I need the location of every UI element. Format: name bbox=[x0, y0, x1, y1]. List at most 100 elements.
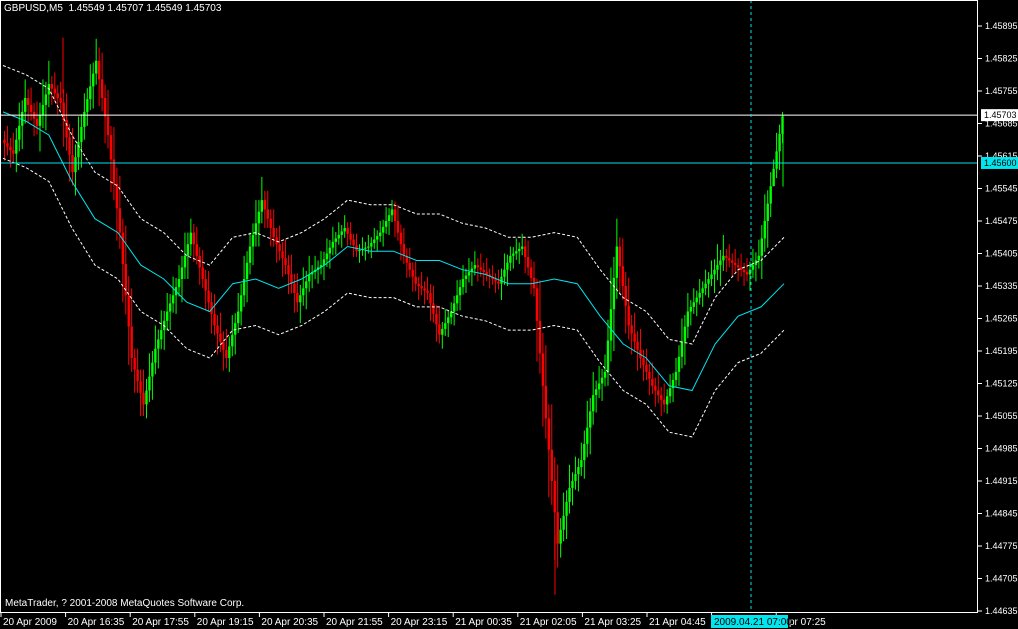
candle-body bbox=[461, 279, 465, 288]
candle-body bbox=[192, 232, 196, 245]
candle-body bbox=[334, 238, 338, 242]
candle-body bbox=[29, 104, 33, 112]
candle-body bbox=[171, 295, 175, 304]
crosshair-price-text: 1.45600 bbox=[984, 158, 1017, 168]
candle-body bbox=[648, 371, 651, 379]
candle-body bbox=[168, 303, 172, 312]
candle-body bbox=[62, 102, 65, 121]
candle-body bbox=[497, 281, 500, 284]
candle-body bbox=[710, 274, 713, 280]
candle-body bbox=[53, 88, 56, 94]
candle-body bbox=[550, 449, 553, 481]
candle-body bbox=[44, 94, 48, 105]
candle-body bbox=[390, 209, 394, 216]
price-tick-label: 1.44775 bbox=[985, 541, 1018, 551]
candle-body bbox=[65, 120, 68, 138]
candle-body bbox=[719, 260, 722, 266]
candle-body bbox=[50, 84, 54, 89]
candle-body bbox=[3, 139, 6, 144]
candle-body bbox=[124, 263, 127, 296]
candle-body bbox=[506, 262, 509, 270]
candle-body bbox=[296, 292, 299, 303]
candle-body bbox=[441, 328, 444, 335]
candle-body bbox=[668, 388, 672, 397]
time-tick-label: 21 Apr 03:25 bbox=[584, 617, 641, 628]
time-tick-label: 20 Apr 20:35 bbox=[261, 617, 318, 628]
candle-body bbox=[346, 227, 349, 234]
price-tick-label: 1.45265 bbox=[985, 314, 1018, 324]
candle-body bbox=[236, 311, 240, 324]
candle-body bbox=[414, 276, 417, 284]
candle-body bbox=[736, 265, 740, 268]
candle-body bbox=[23, 97, 27, 112]
price-tick-label: 1.44985 bbox=[985, 444, 1018, 454]
candle-body bbox=[523, 246, 527, 257]
time-tick-label: 21 Apr 04:45 bbox=[649, 617, 706, 628]
candle-body bbox=[695, 297, 698, 303]
candle-body bbox=[464, 275, 468, 280]
candle-body bbox=[692, 302, 695, 307]
candle-body bbox=[728, 258, 731, 261]
candle-body bbox=[201, 267, 204, 280]
candle-body bbox=[228, 346, 231, 358]
price-tick-label: 1.45125 bbox=[985, 379, 1018, 389]
candle-body bbox=[186, 244, 190, 256]
price-chart[interactable]: 1.458951.458251.457551.456851.456151.455… bbox=[0, 0, 1018, 629]
candle-body bbox=[716, 265, 719, 270]
candle-body bbox=[473, 265, 477, 269]
candle-body bbox=[325, 253, 329, 260]
candle-body bbox=[26, 97, 30, 105]
price-tick-label: 1.45895 bbox=[985, 21, 1018, 31]
candle-body bbox=[376, 236, 379, 240]
candle-body bbox=[381, 226, 385, 233]
price-tick-label: 1.44845 bbox=[985, 509, 1018, 519]
candle-body bbox=[225, 349, 228, 358]
candle-body bbox=[408, 262, 411, 270]
candle-body bbox=[571, 481, 574, 488]
candle-body bbox=[213, 313, 216, 326]
candle-body bbox=[636, 341, 639, 350]
candle-body bbox=[420, 286, 423, 289]
candle-body bbox=[331, 241, 335, 248]
time-tick-label: 20 Apr 19:15 bbox=[197, 617, 254, 628]
symbol-label: GBPUSD,M5 bbox=[4, 3, 63, 14]
candle-body bbox=[609, 309, 613, 341]
candle-body bbox=[479, 267, 482, 270]
time-tick-label: 20 Apr 21:55 bbox=[326, 617, 383, 628]
candle-body bbox=[674, 371, 678, 381]
candle-body bbox=[106, 116, 110, 136]
candle-body bbox=[435, 313, 438, 325]
candle-body bbox=[518, 248, 521, 252]
candle-body bbox=[742, 269, 746, 273]
price-tick-label: 1.44705 bbox=[985, 574, 1018, 584]
candle-body bbox=[56, 93, 59, 98]
candle-body bbox=[402, 244, 406, 256]
candle-body bbox=[384, 221, 388, 227]
candle-body bbox=[559, 529, 562, 544]
candle-body bbox=[577, 467, 580, 475]
candle-body bbox=[358, 250, 361, 252]
current-price-label: 1.45703 bbox=[981, 109, 1018, 122]
crosshair-price-label: 1.45600 bbox=[981, 156, 1018, 169]
price-tick-label: 1.45545 bbox=[985, 184, 1018, 194]
current-price-text: 1.45703 bbox=[984, 110, 1017, 120]
candle-body bbox=[556, 512, 559, 544]
candle-body bbox=[151, 362, 154, 377]
candle-body bbox=[367, 246, 370, 248]
candle-body bbox=[284, 258, 287, 266]
candle-body bbox=[160, 330, 163, 340]
candle-body bbox=[68, 137, 71, 155]
candle-body bbox=[452, 303, 456, 312]
candle-body bbox=[71, 154, 74, 173]
candle-body bbox=[352, 239, 355, 246]
candle-body bbox=[660, 395, 663, 400]
price-tick-label: 1.44635 bbox=[985, 606, 1018, 616]
candle-body bbox=[136, 369, 139, 382]
candle-body bbox=[263, 200, 267, 210]
candle-body bbox=[621, 266, 624, 286]
time-tick-label: 20 Apr 23:15 bbox=[391, 617, 448, 628]
candle-body bbox=[251, 234, 255, 247]
candle-body bbox=[177, 279, 181, 288]
candle-body bbox=[305, 281, 308, 289]
candle-body bbox=[41, 104, 45, 116]
